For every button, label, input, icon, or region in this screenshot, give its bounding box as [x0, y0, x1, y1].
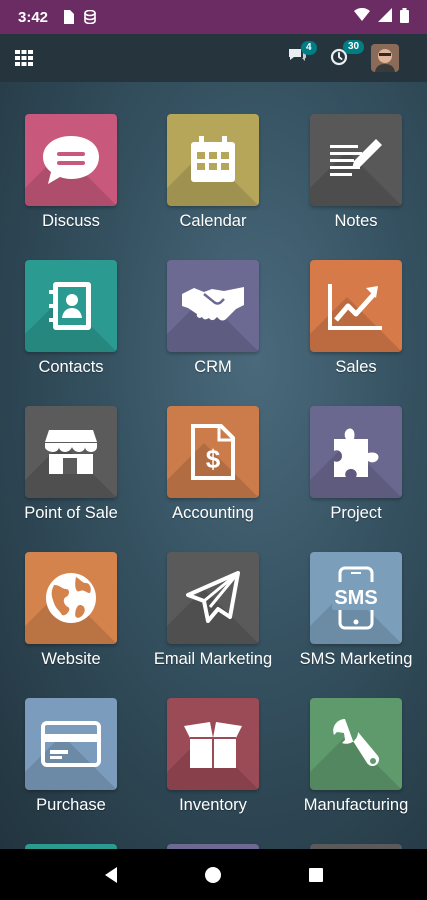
- svg-text:$: $: [206, 444, 221, 474]
- contact-book-icon: [25, 260, 117, 352]
- trend-chart-icon: [310, 260, 402, 352]
- app-label: Point of Sale: [24, 504, 118, 522]
- app-tile-manufacturing[interactable]: Manufacturing: [285, 698, 427, 815]
- recents-button[interactable]: [308, 867, 324, 883]
- system-nav-bar: [0, 849, 427, 900]
- top-navbar: 4 30: [0, 34, 427, 82]
- app-tile-contacts[interactable]: Contacts: [0, 260, 142, 377]
- messages-badge: 4: [301, 40, 317, 55]
- app-label: Website: [41, 650, 101, 668]
- status-bar: 3:42: [0, 0, 427, 34]
- app-tile-point-of-sale[interactable]: Point of Sale: [0, 406, 142, 523]
- activities-button[interactable]: 30: [329, 39, 365, 71]
- app-tile-purchase[interactable]: Purchase: [0, 698, 142, 815]
- app-tile-project[interactable]: Project: [285, 406, 427, 523]
- notes-icon: [310, 114, 402, 206]
- app-label: Purchase: [36, 796, 106, 814]
- app-tile-accounting[interactable]: $ Accounting: [142, 406, 284, 523]
- invoice-dollar-icon: $: [167, 406, 259, 498]
- signal-icon: [378, 8, 392, 26]
- svg-text:SMS: SMS: [334, 587, 377, 609]
- sms-phone-icon: SMS: [310, 552, 402, 644]
- app-label: Sales: [335, 358, 377, 376]
- open-box-icon: [167, 698, 259, 790]
- app-tile-crm[interactable]: CRM: [142, 260, 284, 377]
- app-tile-discuss[interactable]: Discuss: [0, 114, 142, 231]
- battery-icon: [400, 7, 409, 27]
- app-label: Discuss: [42, 212, 100, 230]
- app-tile-website[interactable]: Website: [0, 552, 142, 669]
- back-button[interactable]: [103, 866, 119, 884]
- app-tile-email-marketing[interactable]: Email Marketing: [142, 552, 284, 669]
- wrench-icon: [310, 698, 402, 790]
- home-button[interactable]: [204, 866, 222, 884]
- user-avatar[interactable]: [371, 44, 399, 72]
- puzzle-icon: [310, 406, 402, 498]
- calendar-icon: [167, 114, 259, 206]
- app-label: Inventory: [179, 796, 247, 814]
- app-label: Email Marketing: [153, 650, 273, 668]
- app-tile-inventory[interactable]: Inventory: [142, 698, 284, 815]
- app-label: Contacts: [38, 358, 104, 376]
- sd-card-icon: [62, 10, 75, 24]
- app-frame: 4 30 Discuss Calendar Notes Contacts CRM…: [0, 34, 427, 849]
- app-label: SMS Marketing: [299, 650, 413, 668]
- app-label: CRM: [194, 358, 232, 376]
- apps-menu-icon[interactable]: [14, 48, 34, 68]
- paper-plane-icon: [167, 552, 259, 644]
- app-tile-notes[interactable]: Notes: [285, 114, 427, 231]
- status-time: 3:42: [18, 8, 49, 26]
- credit-card-icon: [25, 698, 117, 790]
- app-label: Manufacturing: [303, 796, 409, 814]
- app-tile-calendar[interactable]: Calendar: [142, 114, 284, 231]
- activities-badge: 30: [343, 39, 365, 54]
- messages-button[interactable]: 4: [287, 40, 317, 70]
- app-label: Notes: [334, 212, 378, 230]
- app-label: Calendar: [179, 212, 247, 230]
- app-tile-sms-marketing[interactable]: SMS SMS Marketing: [285, 552, 427, 669]
- app-label: Accounting: [172, 504, 254, 522]
- handshake-icon: [167, 260, 259, 352]
- chat-bubble-icon: [25, 114, 117, 206]
- app-label: Project: [330, 504, 382, 522]
- shop-icon: [25, 406, 117, 498]
- wifi-icon: [354, 7, 370, 26]
- globe-icon: [25, 552, 117, 644]
- app-tile-sales[interactable]: Sales: [285, 260, 427, 377]
- database-icon: [84, 10, 96, 24]
